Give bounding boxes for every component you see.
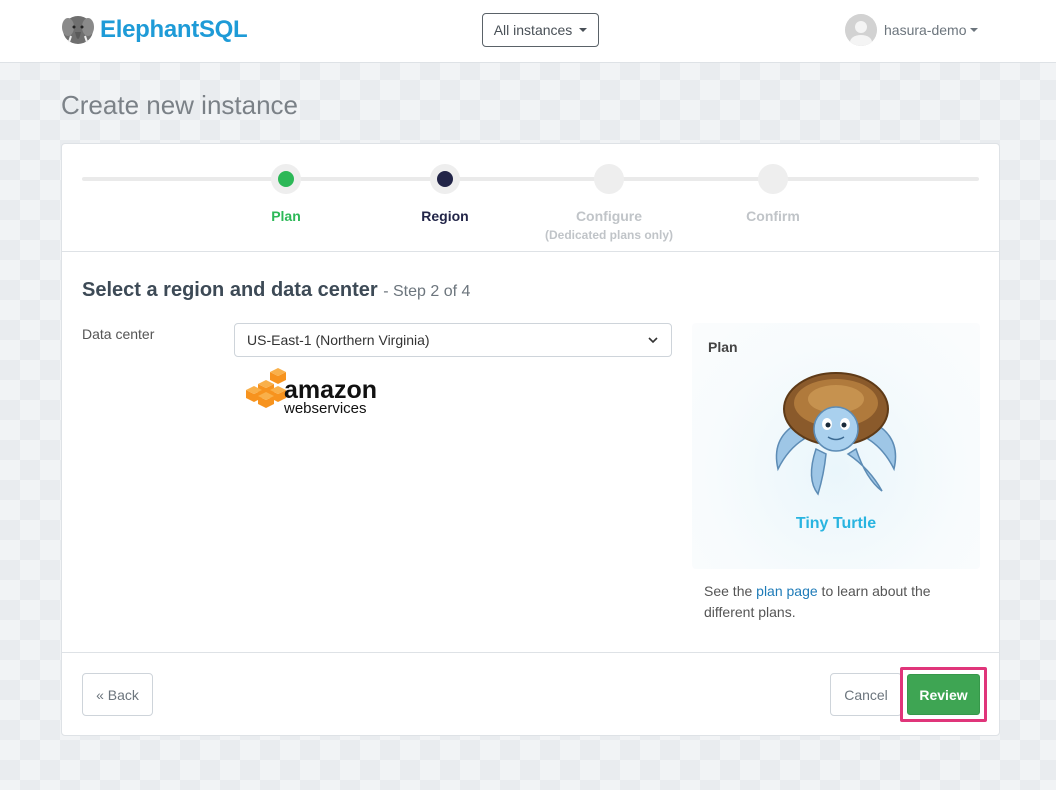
section-step-indicator: - Step 2 of 4 — [383, 283, 471, 300]
user-avatar-icon — [845, 14, 877, 46]
all-instances-dropdown[interactable]: All instances — [482, 13, 599, 47]
plan-name: Tiny Turtle — [795, 515, 877, 532]
tiny-turtle-icon — [775, 372, 897, 496]
step-confirm-label: Confirm — [746, 208, 800, 224]
data-center-select[interactable]: US-East-1 (Northern Virginia) — [234, 323, 672, 357]
brand-link[interactable]: ElephantSQL — [60, 12, 248, 48]
plan-note: See the plan page to learn about the dif… — [704, 581, 964, 623]
step-plan-dot — [271, 164, 301, 194]
chevron-down-icon — [648, 337, 658, 344]
user-menu[interactable]: hasura-demo — [845, 14, 978, 46]
section-heading: Select a region and data center — [82, 279, 378, 301]
review-button[interactable]: Review — [907, 674, 980, 715]
step-region-dot — [430, 164, 460, 194]
step-configure-dot — [594, 164, 624, 194]
card-footer: « Back Cancel Review — [62, 652, 999, 735]
brand-name: ElephantSQL — [100, 16, 248, 43]
page-title: Create new instance — [61, 90, 299, 120]
create-instance-card: Plan Region Configure (Dedicated plans o… — [61, 143, 1000, 736]
aws-logo-text-bottom: webservices — [283, 400, 367, 417]
section-title: Select a region and data center - Step 2… — [82, 279, 470, 302]
elephant-logo-icon — [62, 16, 94, 44]
step-configure-label: Configure — [575, 208, 643, 224]
step-confirm-dot — [758, 164, 788, 194]
all-instances-label: All instances — [493, 22, 573, 38]
review-highlight: Review — [900, 667, 987, 722]
plan-panel: Plan Tiny Turtle — [692, 323, 980, 569]
step-region-label: Region — [421, 208, 469, 224]
progress-stepper: Plan Region Configure (Dedicated plans o… — [62, 144, 999, 252]
step-configure-note: (Dedicated plans only) — [544, 228, 674, 242]
step-plan-label: Plan — [271, 208, 301, 224]
user-name: hasura-demo — [884, 22, 967, 38]
avatar — [845, 14, 877, 46]
stepper-track — [82, 177, 979, 181]
data-center-label: Data center — [82, 326, 155, 342]
cancel-button[interactable]: Cancel — [830, 673, 902, 716]
plan-note-prefix: See the — [704, 583, 757, 599]
caret-down-icon — [579, 28, 588, 32]
plan-page-link[interactable]: plan page — [756, 583, 818, 599]
plan-heading: Plan — [708, 339, 738, 355]
data-center-value: US-East-1 (Northern Virginia) — [247, 332, 430, 348]
back-button[interactable]: « Back — [82, 673, 153, 716]
top-navbar: ElephantSQL All instances hasura-demo — [0, 0, 1056, 63]
aws-logo: amazon webservices — [246, 368, 377, 417]
caret-down-icon — [969, 28, 978, 32]
